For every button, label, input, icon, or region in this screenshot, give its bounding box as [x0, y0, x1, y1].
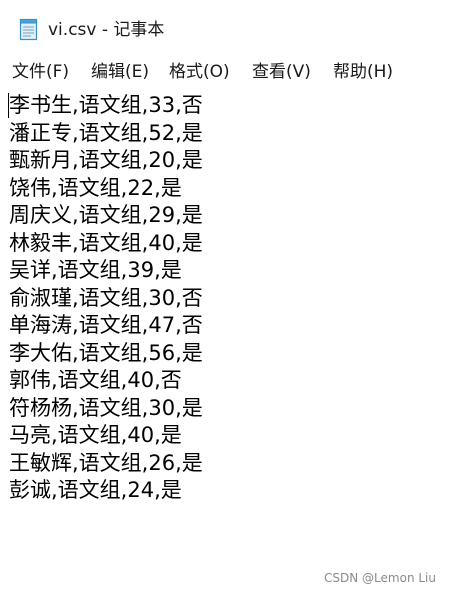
text-line: 俞淑瑾,语文组,30,否 — [9, 285, 203, 310]
text-line: 饶伟,语文组,22,是 — [9, 175, 182, 200]
text-line: 王敏辉,语文组,26,是 — [9, 450, 203, 475]
menu-view[interactable]: 查看(V) — [252, 59, 311, 85]
menu-edit[interactable]: 编辑(E) — [91, 59, 149, 85]
text-line: 吴详,语文组,39,是 — [9, 258, 182, 282]
notepad-icon — [19, 18, 38, 41]
title-bar[interactable]: vi.csv - 记事本 — [0, 0, 450, 58]
menu-format[interactable]: 格式(O) — [169, 59, 230, 85]
text-line: 彭诚,语文组,24,是 — [9, 478, 182, 502]
text-line: 周庆义,语文组,29,是 — [9, 203, 203, 227]
document-lines: 李书生,语文组,33,否 潘正专,语文组,52,是 甄新月,语文组,20,是 饶… — [9, 92, 203, 505]
menu-file[interactable]: 文件(F) — [12, 59, 69, 85]
menu-help[interactable]: 帮助(H) — [333, 59, 393, 85]
text-line: 李书生,语文组,33,否 — [9, 93, 203, 117]
text-editor-area[interactable]: 李书生,语文组,33,否 潘正专,语文组,52,是 甄新月,语文组,20,是 饶… — [0, 88, 450, 594]
notepad-window: vi.csv - 记事本 文件(F) 编辑(E) 格式(O) 查看(V) 帮助(… — [0, 0, 450, 594]
text-line: 林毅丰,语文组,40,是 — [9, 230, 203, 255]
watermark-text: CSDN @Lemon Liu — [324, 571, 436, 585]
text-line: 甄新月,语文组,20,是 — [9, 148, 203, 172]
text-line: 潘正专,语文组,52,是 — [9, 120, 203, 145]
window-title: vi.csv - 记事本 — [48, 20, 165, 40]
text-line: 李大佑,语文组,56,是 — [9, 340, 203, 365]
text-line: 郭伟,语文组,40,否 — [9, 368, 182, 392]
text-line: 马亮,语文组,40,是 — [9, 423, 182, 447]
text-line: 单海涛,语文组,47,否 — [9, 313, 203, 337]
text-line: 符杨杨,语文组,30,是 — [9, 395, 203, 420]
menu-bar: 文件(F) 编辑(E) 格式(O) 查看(V) 帮助(H) — [0, 58, 450, 88]
